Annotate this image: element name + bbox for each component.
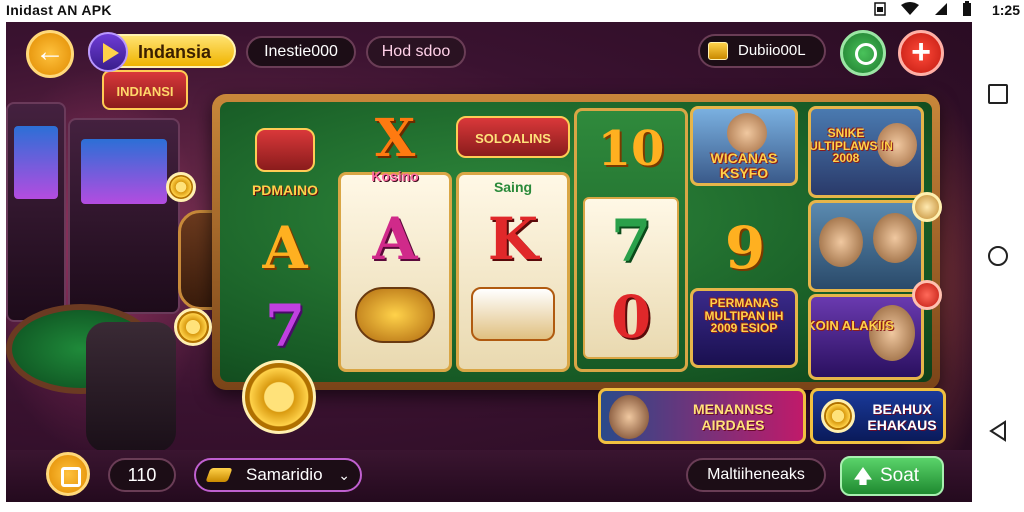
back-button[interactable]: ← (26, 30, 74, 78)
status-icons (874, 1, 972, 20)
character-portrait (873, 213, 917, 263)
promo-tile-title: SNIKE MULTIPLAWS IN 2008 (808, 126, 893, 166)
reel-marker: X (374, 108, 416, 169)
home-button[interactable] (988, 246, 1008, 266)
region-selector[interactable]: Indansia (88, 32, 236, 72)
reel-symbol: 7 (610, 207, 652, 275)
promo-banner-title: BEAHUX EHAKAUS (867, 401, 937, 433)
close-badge[interactable] (912, 280, 942, 310)
start-button[interactable]: Soat (840, 456, 944, 496)
recents-button[interactable] (988, 84, 1008, 104)
cards-chest-icon (471, 287, 555, 341)
promo-tile[interactable]: PERMANAS MULTIPAN IIH 2009 ESIOP (690, 288, 798, 368)
ticket-icon (205, 468, 233, 482)
promo-banner-title: MENANNSS AIRDAES (692, 401, 774, 433)
reel-symbol: 9 (724, 214, 766, 282)
info-badge[interactable] (912, 192, 942, 222)
plus-icon: + (911, 33, 931, 71)
spade-icon (854, 467, 872, 485)
slot-board: PDMAINO A 7 A X Kosino Saing K SOLOALINS… (212, 94, 940, 390)
character-portrait (869, 305, 915, 361)
player-name[interactable]: Maltiiheneaks (686, 458, 826, 492)
search-button[interactable] (840, 30, 886, 76)
promo-banner[interactable]: BEAHUX EHAKAUS (810, 388, 946, 444)
promo-tile-title: WICANAS KSYFO (710, 150, 778, 181)
reel-4[interactable]: 10 7 0 (574, 108, 688, 372)
reel-symbol: K (487, 205, 539, 273)
balance-display[interactable]: Dubiio00L (698, 34, 826, 68)
promo-banner[interactable]: MENANNSS AIRDAES (598, 388, 806, 444)
character-portrait (609, 395, 649, 439)
game-screen: INDIANSI ← Indansia Inestie000 Hod sdoo … (6, 22, 972, 502)
game-selector-label: Samaridio (246, 465, 323, 484)
character-portrait (727, 113, 767, 153)
clock: 1:25 (991, 2, 1020, 18)
bet-value: 110 (108, 458, 176, 492)
promo-tile[interactable]: SNIKE MULTIPLAWS IN 2008 (808, 106, 924, 198)
reel-header: SOLOALINS (456, 116, 570, 158)
reel-title: Saing (493, 179, 533, 195)
menu-button[interactable] (46, 452, 90, 496)
navigation-bar (972, 22, 1024, 512)
reel-header: 10 (597, 121, 665, 177)
arrow-left-icon: ← (35, 35, 65, 68)
back-nav-button[interactable] (988, 420, 1008, 442)
background-chair (86, 322, 176, 452)
poker-chip (166, 172, 196, 202)
coin-pile-icon (355, 287, 435, 343)
battery-icon (962, 1, 972, 20)
reel-symbol: A (262, 214, 308, 282)
play-store-icon (88, 32, 128, 72)
poker-chip (242, 360, 316, 434)
coin-icon (821, 399, 855, 433)
background-slot-machine (68, 118, 180, 314)
promo-tile[interactable]: MUKOIN ALAKIIS (808, 294, 924, 380)
reel-symbol: 7 (264, 292, 306, 360)
reel-1[interactable]: PDMAINO A 7 (228, 108, 342, 372)
reel-symbol: A (372, 205, 418, 273)
promo-tile-title: MUKOIN ALAKIIS (811, 318, 894, 333)
reel-3[interactable]: Saing K (456, 172, 570, 372)
status-bar: Inidast AN APK 1:25 (0, 0, 1024, 22)
chevron-down-icon: ⌄ (338, 467, 350, 483)
reel-title: Kosino (371, 168, 419, 184)
hod-button[interactable]: Hod sdoo (366, 36, 466, 68)
promo-tile-title: PERMANAS MULTIPAN IIH 2009 ESIOP (704, 296, 784, 336)
treasure-box-icon (255, 128, 315, 172)
add-button[interactable]: + (898, 30, 944, 76)
app-title: Inidast AN APK (6, 2, 112, 18)
character-portrait (819, 217, 863, 267)
region-label: Indansia (138, 42, 212, 62)
balance-label: Dubiio00L (738, 42, 806, 59)
bottom-bar: 110 Samaridio ⌄ Maltiiheneaks Soat (6, 450, 972, 502)
sim-icon (874, 2, 886, 19)
coin-icon (708, 42, 728, 60)
reel-symbol: 0 (610, 283, 652, 351)
reel-title: PDMAINO (251, 182, 319, 198)
reel-2[interactable]: A (338, 172, 452, 372)
background-slot-machine (6, 102, 66, 322)
promo-tile[interactable]: WICANAS KSYFO (690, 106, 798, 186)
top-bar: ← Indansia Inestie000 Hod sdoo Dubiio00L… (6, 22, 972, 80)
invest-button[interactable]: Inestie000 (246, 36, 356, 68)
wifi-icon (900, 2, 920, 19)
signal-icon (934, 2, 948, 19)
poker-chip (174, 308, 212, 346)
slot-felt: PDMAINO A 7 A X Kosino Saing K SOLOALINS… (220, 102, 932, 382)
start-label: Soat (880, 465, 920, 486)
game-selector[interactable]: Samaridio ⌄ (194, 458, 362, 492)
promo-tile[interactable] (808, 200, 924, 292)
